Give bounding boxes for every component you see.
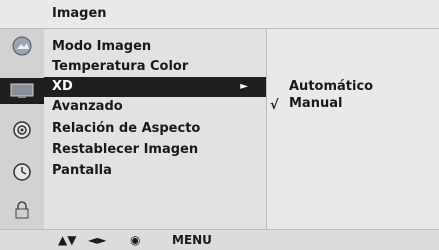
menu-item-pantalla[interactable]: Pantalla: [44, 161, 266, 181]
picture-icon[interactable]: [9, 34, 35, 58]
screen-icon[interactable]: [0, 78, 44, 104]
menu-item-label: Pantalla: [52, 163, 112, 178]
menu-item-xd[interactable]: XD ►: [44, 77, 266, 97]
menu-item-label: Avanzado: [52, 99, 123, 114]
footer-hints: ▲▼ ◄► ◉ MENU: [0, 229, 439, 250]
menu-item-label: XD: [52, 79, 73, 94]
arrow-right-icon: ►: [240, 81, 248, 92]
circle-target-icon[interactable]: [9, 118, 35, 142]
option-automatico[interactable]: Automático: [289, 78, 373, 96]
option-manual[interactable]: Manual: [289, 95, 342, 113]
menu-hint-label: MENU: [172, 233, 212, 247]
lock-icon[interactable]: [9, 198, 35, 222]
checkmark-icon: √: [270, 98, 279, 113]
left-right-arrows-icon: ◄►: [88, 233, 107, 247]
menu-item-modo-imagen[interactable]: Modo Imagen: [44, 37, 266, 57]
menu-item-temperatura-color[interactable]: Temperatura Color: [44, 57, 266, 77]
menu-item-label: Restablecer Imagen: [52, 142, 199, 157]
title-bar: Imagen: [0, 0, 439, 29]
menu-item-label: Relación de Aspecto: [52, 121, 201, 136]
menu-item-restablecer-imagen[interactable]: Restablecer Imagen: [44, 140, 266, 160]
submenu-panel: [266, 29, 439, 229]
page-title: Imagen: [52, 6, 107, 21]
menu-item-label: Modo Imagen: [52, 39, 152, 54]
menu-item-avanzado[interactable]: Avanzado: [44, 97, 266, 117]
ok-button-icon: ◉: [130, 233, 141, 247]
menu-item-relacion-aspecto[interactable]: Relación de Aspecto: [44, 119, 266, 139]
up-down-arrows-icon: ▲▼: [58, 233, 77, 247]
clock-icon[interactable]: [9, 160, 35, 184]
menu-item-label: Temperatura Color: [52, 59, 189, 74]
